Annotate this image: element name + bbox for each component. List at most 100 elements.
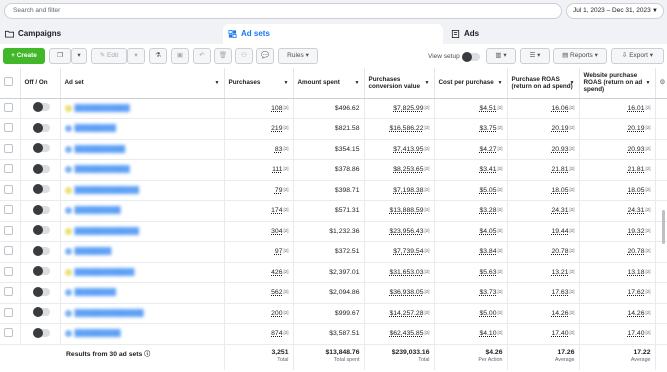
status-cell[interactable] bbox=[20, 139, 61, 160]
export-button[interactable]: ⇩ Export ▾ bbox=[611, 48, 664, 64]
ad-set-link[interactable]: █████████ bbox=[64, 289, 116, 297]
status-cell[interactable] bbox=[20, 98, 61, 119]
ad-set-name-cell[interactable]: ██████████████ bbox=[60, 221, 225, 242]
status-toggle[interactable] bbox=[32, 286, 50, 297]
row-select-cell[interactable] bbox=[0, 118, 21, 140]
ad-set-name-cell[interactable]: ██████████ bbox=[60, 200, 225, 222]
comment-button[interactable]: 💬 bbox=[256, 48, 274, 64]
ad-set-name-cell[interactable]: ███████████ bbox=[60, 139, 225, 160]
row-select-cell[interactable] bbox=[0, 241, 21, 263]
status-cell[interactable] bbox=[20, 241, 61, 263]
ad-set-name-cell[interactable]: ██████████████ bbox=[60, 180, 225, 201]
ad-set-name-cell[interactable]: █████████ bbox=[60, 282, 225, 304]
row-checkbox[interactable] bbox=[4, 307, 13, 317]
breakdown-button[interactable]: ☰ ▾ bbox=[520, 48, 550, 64]
table-row[interactable]: ███████████████ 200[2] $999.67 $14,257.28[2… bbox=[0, 303, 667, 324]
ad-set-link[interactable]: ██████████ bbox=[64, 207, 121, 215]
row-select-cell[interactable] bbox=[0, 180, 21, 201]
status-cell[interactable] bbox=[20, 159, 61, 181]
table-row[interactable]: ███████████ 83[2] $354.15 $7,413.95[2] $4.27… bbox=[0, 139, 667, 160]
status-toggle[interactable] bbox=[32, 327, 50, 338]
row-checkbox[interactable] bbox=[4, 184, 13, 194]
ad-set-name-cell[interactable]: █████████ bbox=[60, 118, 225, 140]
ad-set-name-cell[interactable]: ████████████ bbox=[60, 159, 225, 181]
ad-set-link[interactable]: ██████████████ bbox=[64, 186, 139, 194]
status-toggle[interactable] bbox=[32, 184, 50, 195]
row-select-cell[interactable] bbox=[0, 323, 21, 345]
preview-button[interactable]: ▣ bbox=[171, 48, 189, 64]
table-row[interactable]: █████████ 562[2] $2,094.86 $36,938.05[2] $3.… bbox=[0, 282, 667, 304]
duplicate-button[interactable]: ❐ bbox=[49, 48, 71, 64]
ad-set-link[interactable]: █████████████ bbox=[64, 268, 134, 276]
table-row[interactable]: ██████████ 174[2] $571.31 $13,888.59[2] $3.2… bbox=[0, 200, 667, 222]
ad-set-name-cell[interactable]: ███████████████ bbox=[60, 303, 225, 324]
table-row[interactable]: ██████████████ 79[2] $398.71 $7,198.38[2] $5… bbox=[0, 180, 667, 201]
table-row[interactable]: ████████████ 108[2] $496.62 $7,825.99[2] $4.… bbox=[0, 98, 667, 119]
duplicate-dropdown[interactable]: ▾ bbox=[71, 48, 87, 64]
header-cost-per-purchase[interactable]: Cost per purchase ▼ bbox=[434, 68, 508, 99]
status-cell[interactable] bbox=[20, 323, 61, 345]
header-website-roas[interactable]: Website purchase ROAS (return on ad spen… bbox=[579, 68, 656, 99]
ad-set-link[interactable]: █████████ bbox=[64, 125, 116, 133]
header-purchase-roas[interactable]: Purchase ROAS (return on ad spend) ▼ bbox=[507, 68, 580, 99]
ad-set-name-cell[interactable]: ████████ bbox=[60, 241, 225, 263]
select-all-cell[interactable] bbox=[0, 68, 21, 99]
status-toggle[interactable] bbox=[32, 245, 50, 256]
row-checkbox[interactable] bbox=[4, 102, 13, 112]
rules-button[interactable]: Rules ▾ bbox=[278, 48, 318, 64]
status-toggle[interactable] bbox=[32, 122, 50, 133]
row-select-cell[interactable] bbox=[0, 98, 21, 119]
status-toggle[interactable] bbox=[32, 204, 50, 215]
ad-set-link[interactable]: ██████████ bbox=[64, 330, 121, 338]
reports-button[interactable]: ▤ Reports ▾ bbox=[553, 48, 607, 64]
status-toggle[interactable] bbox=[32, 266, 50, 277]
ad-set-link[interactable]: ██████████████ bbox=[64, 227, 139, 235]
row-checkbox[interactable] bbox=[4, 266, 13, 276]
status-toggle[interactable] bbox=[32, 307, 50, 318]
row-checkbox[interactable] bbox=[4, 328, 13, 338]
header-ad-set[interactable]: Ad set ▼ bbox=[60, 68, 225, 99]
ad-set-name-cell[interactable]: ██████████ bbox=[60, 323, 225, 345]
table-row[interactable]: ██████████████ 304[2] $1,232.36 $23,956.43[… bbox=[0, 221, 667, 242]
tab-ad-sets[interactable]: Ad sets bbox=[223, 24, 443, 44]
row-checkbox[interactable] bbox=[4, 246, 13, 256]
header-amount-spent[interactable]: Amount spent ▼ bbox=[293, 68, 365, 99]
select-all-checkbox[interactable] bbox=[4, 77, 13, 87]
view-setup-toggle[interactable] bbox=[462, 52, 480, 62]
tab-campaigns[interactable]: Campaigns bbox=[0, 24, 220, 44]
ad-set-link[interactable]: ███████████████ bbox=[64, 309, 144, 317]
ad-set-link[interactable]: ███████████ bbox=[64, 145, 125, 153]
table-row[interactable]: █████████████ 426[2] $2,397.01 $31,653.03[2… bbox=[0, 262, 667, 283]
status-cell[interactable] bbox=[20, 262, 61, 283]
vertical-scrollbar[interactable] bbox=[662, 210, 665, 244]
table-row[interactable]: ██████████ 874[2] $3,587.51 $62,435.85[2] $4… bbox=[0, 323, 667, 345]
table-row[interactable]: ████████ 97[2] $372.51 $7,739.54[2] $3.84[2]… bbox=[0, 241, 667, 263]
status-toggle[interactable] bbox=[32, 163, 50, 174]
header-conversion-value[interactable]: Purchases conversion value ▼ bbox=[364, 68, 435, 99]
column-settings[interactable]: ⚙ bbox=[655, 68, 667, 99]
row-select-cell[interactable] bbox=[0, 262, 21, 283]
row-checkbox[interactable] bbox=[4, 287, 13, 297]
create-button[interactable]: + Create bbox=[3, 48, 45, 64]
row-select-cell[interactable] bbox=[0, 282, 21, 304]
row-select-cell[interactable] bbox=[0, 159, 21, 181]
row-checkbox[interactable] bbox=[4, 123, 13, 133]
date-range-picker[interactable]: Jul 1, 2023 – Dec 31, 2023 ▼ bbox=[566, 3, 664, 19]
ad-set-name-cell[interactable]: █████████████ bbox=[60, 262, 225, 283]
ab-test-button[interactable]: ⚗ bbox=[149, 48, 167, 64]
header-off-on[interactable]: Off / On bbox=[20, 68, 61, 99]
row-checkbox[interactable] bbox=[4, 205, 13, 215]
status-cell[interactable] bbox=[20, 303, 61, 324]
status-toggle[interactable] bbox=[32, 225, 50, 236]
row-select-cell[interactable] bbox=[0, 200, 21, 222]
undo-button[interactable]: ↶ bbox=[193, 48, 211, 64]
ad-set-link[interactable]: ████████████ bbox=[64, 104, 130, 112]
ad-set-link[interactable]: ████████████ bbox=[64, 166, 130, 174]
row-checkbox[interactable] bbox=[4, 225, 13, 235]
ad-set-name-cell[interactable]: ████████████ bbox=[60, 98, 225, 119]
status-cell[interactable] bbox=[20, 180, 61, 201]
status-toggle[interactable] bbox=[32, 102, 50, 113]
row-select-cell[interactable] bbox=[0, 303, 21, 324]
table-row[interactable]: ████████████ 111[2] $378.86 $8,253.65[2] $3.… bbox=[0, 159, 667, 181]
tag-button[interactable]: ⚇ bbox=[235, 48, 253, 64]
